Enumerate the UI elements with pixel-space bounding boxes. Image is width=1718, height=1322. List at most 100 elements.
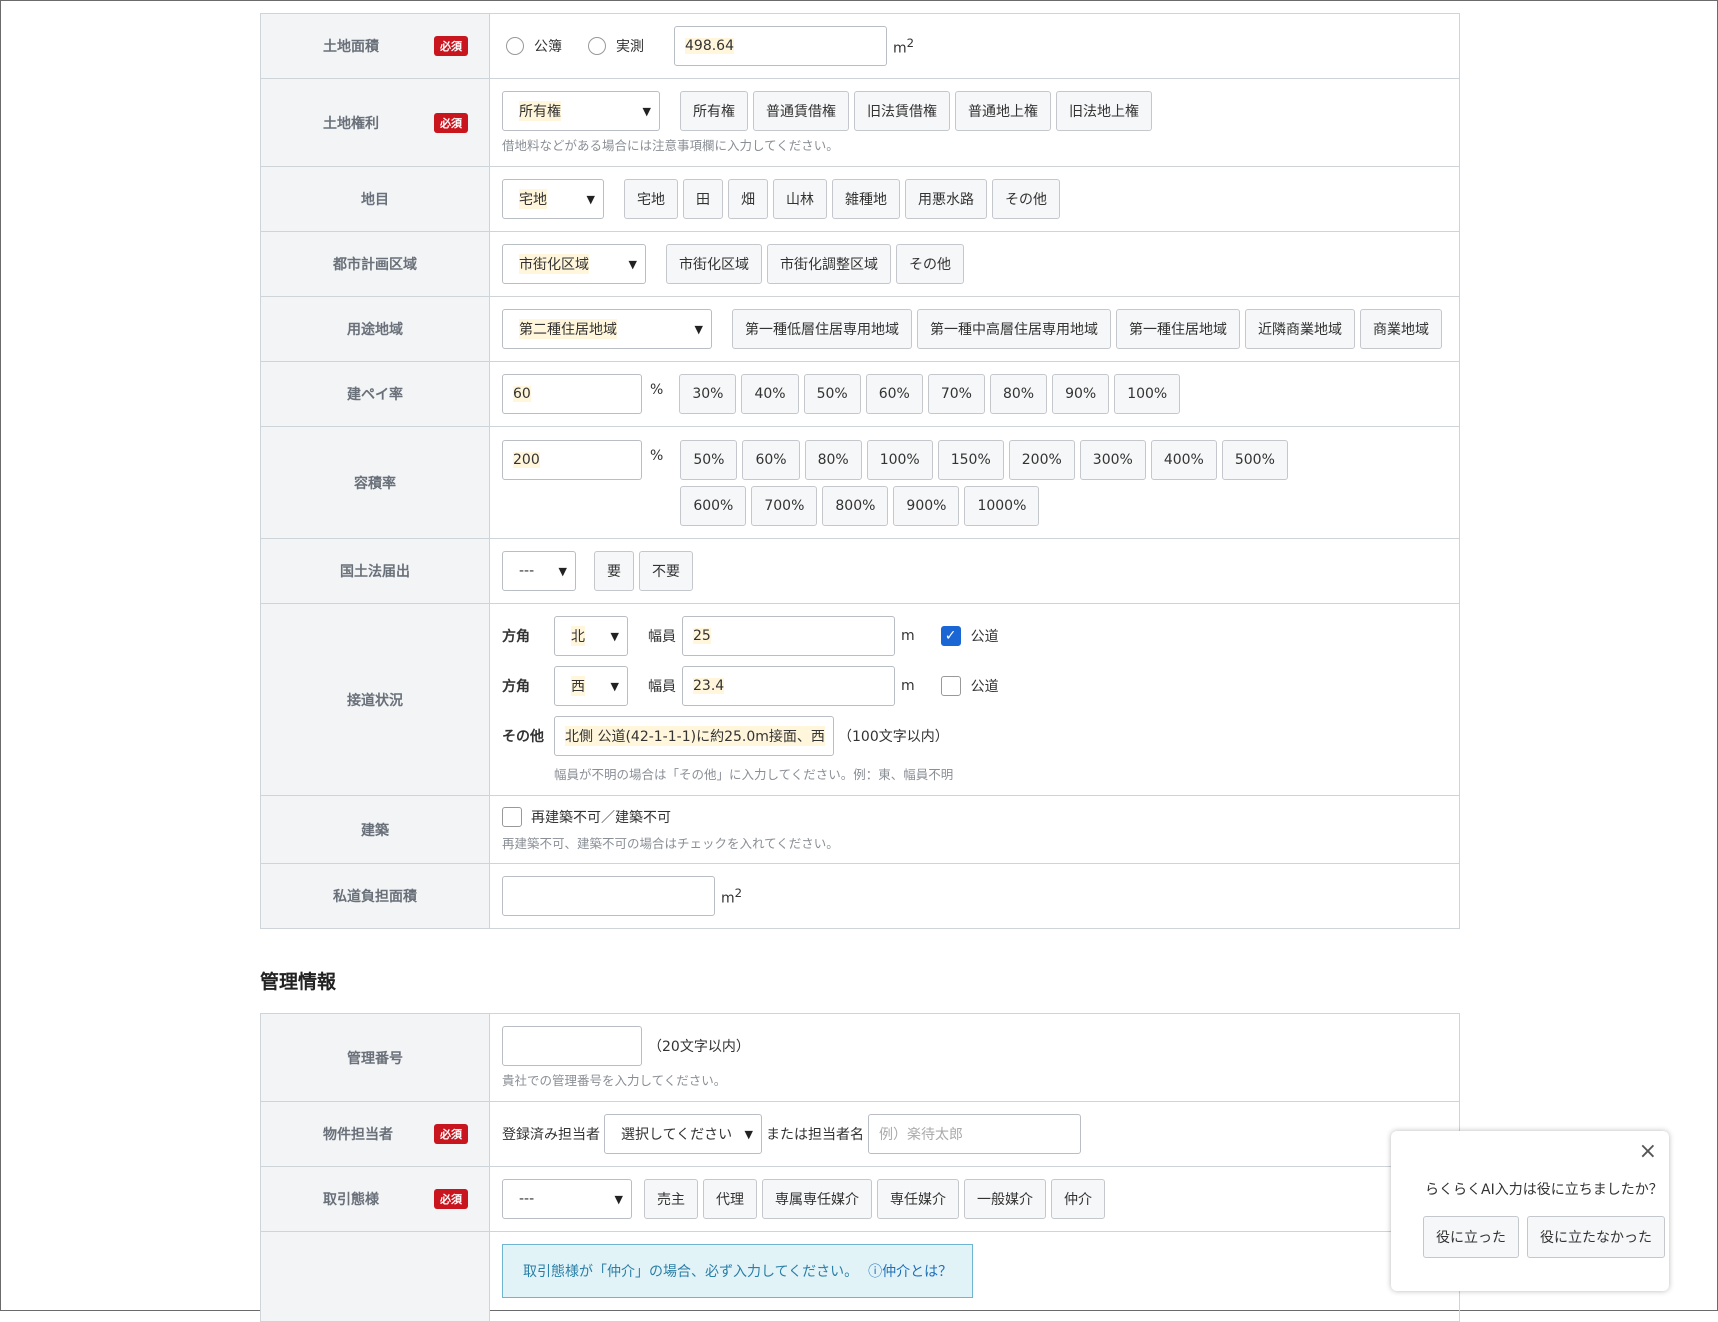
management-number-input[interactable] [502, 1026, 642, 1066]
far-option-button[interactable]: 700% [751, 485, 818, 526]
coverage-option-button[interactable]: 40% [741, 374, 799, 414]
road2-width-input[interactable]: 23.4 [682, 666, 895, 706]
row-land-category: 地目 宅地 ▼ 宅地 田 畑 山林 雑種地 用悪水路 その他 [260, 166, 1460, 232]
far-option-button[interactable]: 80% [804, 439, 862, 480]
far-option-button[interactable]: 1000% [964, 485, 1040, 526]
far-option-button[interactable]: 50% [680, 439, 738, 480]
far-option-button[interactable]: 800% [822, 485, 889, 526]
land-category-option-button[interactable]: 宅地 [624, 179, 678, 219]
coverage-input[interactable]: 60 [502, 374, 642, 414]
land-category-option-button[interactable]: 雑種地 [832, 179, 900, 219]
transaction-type-option-button[interactable]: 仲介 [1051, 1179, 1105, 1219]
land-rights-option-button[interactable]: 旧法賃借権 [854, 91, 950, 131]
staff-name-input[interactable]: 例）楽待太郎 [868, 1114, 1081, 1154]
land-category-option-button[interactable]: 田 [683, 179, 723, 219]
required-badge: 必須 [434, 1189, 468, 1209]
row-land-rights: 土地権利 必須 所有権 ▼ 所有権 普通賃借権 旧法賃借権 普通地上権 旧法地上権 … [260, 78, 1460, 167]
city-planning-select[interactable]: 市街化区域 ▼ [502, 244, 646, 284]
radio-public-record-label: 公簿 [534, 39, 562, 55]
city-planning-option-button[interactable]: 市街化区域 [666, 244, 762, 284]
far-value: 200 [513, 451, 540, 468]
zoning-option-button[interactable]: 近隣商業地域 [1245, 309, 1355, 349]
far-unit: % [650, 447, 664, 464]
radio-actual-measure[interactable] [588, 37, 606, 55]
registered-staff-select[interactable]: 選択してください ▼ [604, 1114, 762, 1154]
far-option-button[interactable]: 100% [866, 439, 933, 480]
check-icon: ✓ [944, 628, 957, 644]
feedback-helpful-button[interactable]: 役に立った [1423, 1216, 1519, 1258]
far-option-button[interactable]: 600% [680, 485, 747, 526]
transaction-type-option-button[interactable]: 専属専任媒介 [762, 1179, 872, 1219]
required-badge: 必須 [434, 36, 468, 56]
transaction-type-option-button[interactable]: 代理 [703, 1179, 757, 1219]
label-cell: 都市計画区域 [260, 231, 490, 297]
coverage-option-button[interactable]: 30% [679, 374, 737, 414]
road1-width-value: 25 [693, 628, 711, 644]
transaction-type-option-button[interactable]: 専任媒介 [877, 1179, 959, 1219]
land-category-option-button[interactable]: 用悪水路 [905, 179, 987, 219]
land-category-option-button[interactable]: 畑 [728, 179, 768, 219]
land-rights-option-button[interactable]: 普通地上権 [955, 91, 1051, 131]
zoning-select[interactable]: 第二種住居地域 ▼ [502, 309, 712, 349]
road1-direction-selected: 北 [571, 626, 585, 646]
city-planning-option-button[interactable]: 市街化調整区域 [767, 244, 891, 284]
coverage-option-button[interactable]: 100% [1114, 374, 1181, 414]
close-icon[interactable]: × [1639, 1139, 1657, 1164]
feedback-not-helpful-button[interactable]: 役に立たなかった [1527, 1216, 1665, 1258]
broker-info-link[interactable]: ⓘ仲介とは？ [868, 1261, 952, 1281]
far-option-button[interactable]: 150% [937, 439, 1004, 480]
coverage-option-button[interactable]: 60% [865, 374, 923, 414]
land-category-select[interactable]: 宅地 ▼ [502, 179, 604, 219]
far-option-button[interactable]: 300% [1079, 439, 1146, 480]
transaction-type-option-button[interactable]: 売主 [644, 1179, 698, 1219]
row-private-road-area: 私道負担面積 m2 [260, 863, 1460, 929]
land-area-input[interactable]: 498.64 [674, 26, 887, 66]
row-road-access: 接道状況 方角 北 ▼ 幅員 25 m ✓ 公道 方角 西 ▼ 幅員 23.4 m … [260, 603, 1460, 796]
transaction-type-selected: --- [519, 1191, 535, 1207]
land-category-option-button[interactable]: 山林 [773, 179, 827, 219]
zoning-option-button[interactable]: 第一種中高層住居専用地域 [917, 309, 1111, 349]
radio-public-record[interactable] [506, 37, 524, 55]
coverage-option-button[interactable]: 70% [927, 374, 985, 414]
land-rights-option-button[interactable]: 旧法地上権 [1056, 91, 1152, 131]
road1-direction-select[interactable]: 北 ▼ [554, 616, 628, 656]
land-category-option-button[interactable]: その他 [992, 179, 1060, 219]
land-area-value: 498.64 [685, 38, 734, 54]
far-option-button[interactable]: 500% [1221, 439, 1288, 480]
road1-public-checkbox[interactable]: ✓ [940, 626, 961, 646]
label-cell: 私道負担面積 [260, 863, 490, 929]
road-other-value: 北側 公道(42-1-1-1)に約25.0m接面、西 [565, 726, 825, 746]
label-cell: 建ペイ率 [260, 361, 490, 427]
notification-option-button[interactable]: 不要 [639, 551, 693, 591]
zoning-option-button[interactable]: 商業地域 [1360, 309, 1442, 349]
far-option-button[interactable]: 200% [1008, 439, 1075, 480]
road2-direction-select[interactable]: 西 ▼ [554, 666, 628, 706]
far-input[interactable]: 200 [502, 439, 642, 480]
road2-public-checkbox[interactable] [940, 676, 961, 696]
broker-info-text: 取引態様が「仲介」の場合、必ず入力してください。 [523, 1264, 859, 1280]
road-other-input[interactable]: 北側 公道(42-1-1-1)に約25.0m接面、西 [554, 716, 834, 756]
land-rights-option-button[interactable]: 普通賃借権 [753, 91, 849, 131]
far-label: 容積率 [354, 475, 396, 492]
city-planning-selected: 市街化区域 [519, 254, 589, 274]
private-road-label: 私道負担面積 [333, 889, 417, 905]
zoning-option-button[interactable]: 第一種低層住居専用地域 [732, 309, 912, 349]
city-planning-option-button[interactable]: その他 [896, 244, 964, 284]
land-rights-select[interactable]: 所有権 ▼ [502, 91, 660, 131]
private-road-input[interactable] [502, 876, 715, 916]
coverage-option-button[interactable]: 90% [1052, 374, 1110, 414]
far-option-button[interactable]: 60% [742, 439, 800, 480]
land-rights-option-button[interactable]: 所有権 [680, 91, 748, 131]
notification-select[interactable]: --- ▼ [502, 551, 576, 591]
coverage-option-button[interactable]: 50% [803, 374, 861, 414]
coverage-option-button[interactable]: 80% [989, 374, 1048, 414]
road1-width-input[interactable]: 25 [682, 616, 895, 656]
transaction-type-select[interactable]: --- ▼ [502, 1179, 632, 1219]
notification-option-button[interactable]: 要 [594, 551, 634, 591]
far-option-button[interactable]: 400% [1150, 439, 1217, 480]
transaction-type-option-button[interactable]: 一般媒介 [964, 1179, 1046, 1219]
road2-direction-label: 方角 [502, 679, 530, 695]
rebuild-not-allowed-checkbox[interactable] [502, 807, 522, 827]
zoning-option-button[interactable]: 第一種住居地域 [1116, 309, 1240, 349]
far-option-button[interactable]: 900% [893, 485, 960, 526]
